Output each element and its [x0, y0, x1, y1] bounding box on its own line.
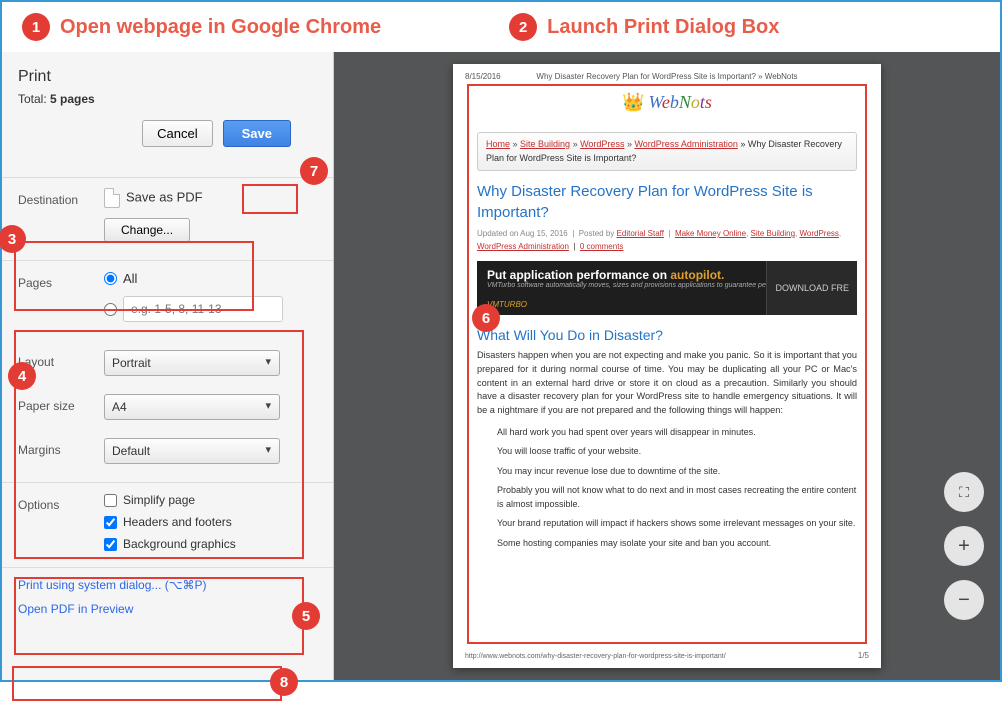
fullscreen-button[interactable]: ⛶: [944, 472, 984, 512]
print-settings-pane: Print Total: 5 pages Cancel Save Destina…: [2, 52, 334, 680]
list-item: You may incur revenue lose due to downti…: [497, 465, 857, 479]
list-item: Some hosting companies may isolate your …: [497, 537, 857, 551]
headers-footers-label: Headers and footers: [123, 515, 232, 529]
background-graphics-checkbox[interactable]: [104, 538, 117, 551]
layout-select[interactable]: Portrait: [104, 350, 280, 376]
simplify-page-label: Simplify page: [123, 493, 195, 507]
webnots-logo: 👑 WebNots: [622, 92, 712, 113]
preview-page: 8/15/2016 Why Disaster Recovery Plan for…: [453, 64, 881, 668]
zoom-out-button[interactable]: −: [944, 580, 984, 620]
list-item: Your brand reputation will impact if hac…: [497, 517, 857, 531]
margins-label: Margins: [18, 438, 96, 457]
cancel-button[interactable]: Cancel: [142, 120, 212, 147]
total-pages: Total: 5 pages: [18, 92, 321, 106]
destination-label: Destination: [18, 188, 96, 207]
change-destination-button[interactable]: Change...: [104, 218, 190, 242]
preview-header-title: Why Disaster Recovery Plan for WordPress…: [536, 72, 797, 81]
annot-3-badge: 3: [0, 225, 26, 253]
annotation-header: 1 Open webpage in Google Chrome 2 Launch…: [2, 2, 1000, 52]
annot-8-badge: 8: [270, 668, 298, 696]
print-preview-pane: 8/15/2016 Why Disaster Recovery Plan for…: [334, 52, 1000, 680]
pages-all-radio[interactable]: [104, 272, 117, 285]
print-title: Print: [18, 68, 321, 86]
article-meta-2: WordPress Administration | 0 comments: [477, 242, 857, 251]
options-label: Options: [18, 493, 96, 512]
simplify-page-checkbox[interactable]: [104, 494, 117, 507]
annotation-badge-2: 2: [509, 13, 537, 41]
article-body: Disasters happen when you are not expect…: [477, 349, 857, 418]
zoom-in-button[interactable]: +: [944, 526, 984, 566]
pages-all-label: All: [123, 271, 137, 286]
annotation-text-1: Open webpage in Google Chrome: [60, 16, 381, 39]
headers-footers-checkbox[interactable]: [104, 516, 117, 529]
pages-range-input[interactable]: [123, 296, 283, 322]
annot-4-badge: 4: [8, 362, 36, 390]
ad-banner: Put application performance on autopilot…: [477, 261, 857, 315]
annot-5-badge: 5: [292, 602, 320, 630]
annot-8-box: [12, 666, 282, 701]
crown-icon: 👑: [622, 92, 644, 113]
background-graphics-label: Background graphics: [123, 537, 236, 551]
section-heading: What Will You Do in Disaster?: [477, 327, 857, 343]
margins-select[interactable]: Default: [104, 438, 280, 464]
list-item: Probably you will not know what to do ne…: [497, 484, 857, 511]
annot-7-badge: 7: [300, 157, 328, 185]
destination-value: Save as PDF: [126, 189, 203, 204]
pdf-icon: [104, 188, 120, 208]
list-item: All hard work you had spent over years w…: [497, 426, 857, 440]
pages-label: Pages: [18, 271, 96, 290]
preview-footer-page: 1/5: [858, 651, 869, 660]
preview-header-date: 8/15/2016: [465, 72, 501, 81]
annotation-text-2: Launch Print Dialog Box: [547, 16, 779, 39]
article-meta: Updated on Aug 15, 2016 | Posted by Edit…: [477, 229, 857, 238]
article-title: Why Disaster Recovery Plan for WordPress…: [477, 181, 857, 223]
pages-range-radio[interactable]: [104, 303, 117, 316]
paper-size-label: Paper size: [18, 394, 96, 413]
breadcrumb: Home » Site Building » WordPress » WordP…: [477, 132, 857, 171]
list-item: You will loose traffic of your website.: [497, 445, 857, 459]
annotation-badge-1: 1: [22, 13, 50, 41]
save-button[interactable]: Save: [223, 120, 291, 147]
preview-footer-url: http://www.webnots.com/why-disaster-reco…: [465, 653, 726, 660]
article-list: All hard work you had spent over years w…: [477, 426, 857, 551]
paper-size-select[interactable]: A4: [104, 394, 280, 420]
annot-6-badge: 6: [472, 304, 500, 332]
open-pdf-preview-link[interactable]: Open PDF in Preview: [18, 602, 321, 616]
system-dialog-link[interactable]: Print using system dialog... (⌥⌘P): [18, 578, 321, 592]
